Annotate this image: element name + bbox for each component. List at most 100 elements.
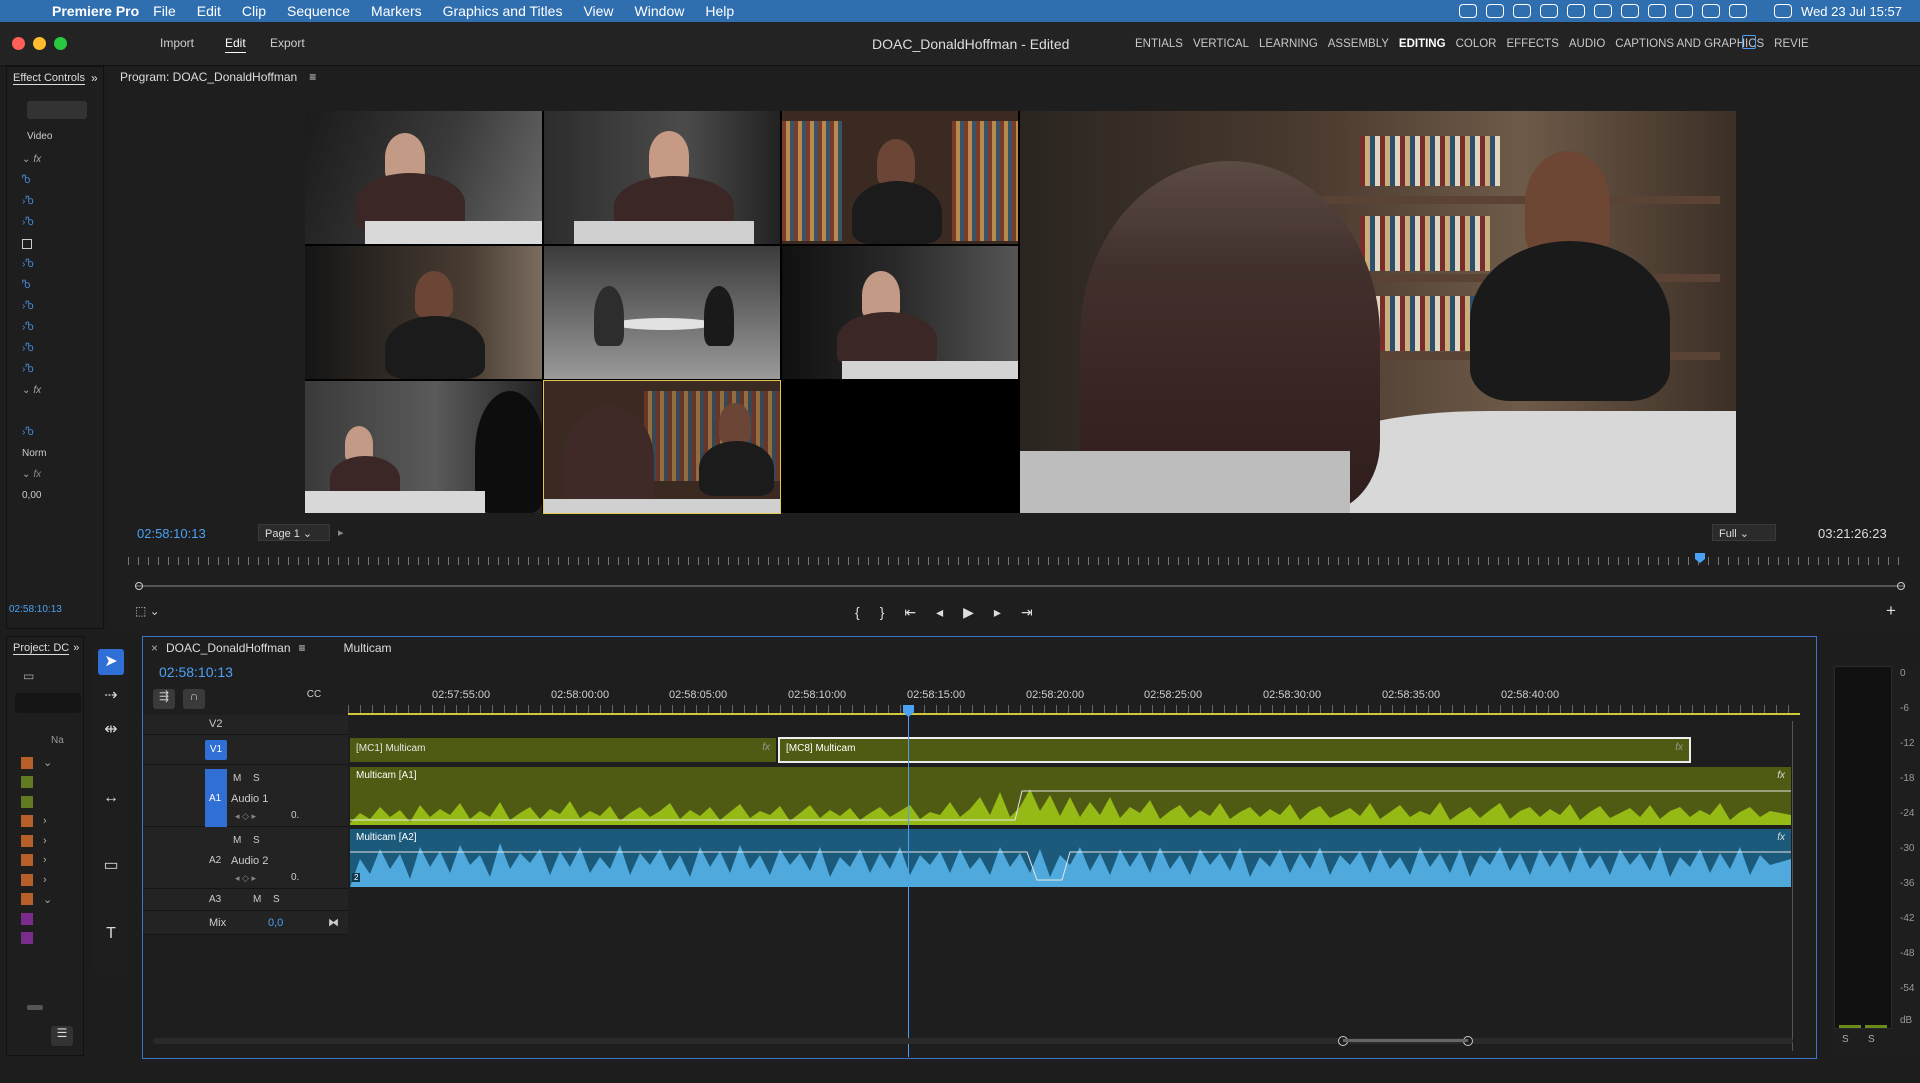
list-item[interactable]: ›Ⴊ xyxy=(22,254,82,275)
list-item[interactable] xyxy=(21,773,81,793)
list-item[interactable] xyxy=(21,909,81,929)
workspace-assembly[interactable]: ASSEMBLY xyxy=(1328,38,1389,50)
panel-menu-icon[interactable]: ≡ xyxy=(299,641,306,655)
menu-edit[interactable]: Edit xyxy=(197,3,221,19)
effect-value[interactable]: 0,00 xyxy=(22,485,82,506)
play-status-icon[interactable] xyxy=(1702,4,1721,18)
step-forward-icon[interactable]: ▸ xyxy=(994,604,1001,621)
menu-markers[interactable]: Markers xyxy=(371,3,422,19)
status-app-icon[interactable] xyxy=(1567,4,1586,18)
status-app-icon[interactable] xyxy=(1594,4,1613,18)
tab-edit[interactable]: Edit xyxy=(225,36,246,53)
solo-left-button[interactable]: S xyxy=(1842,1034,1849,1045)
dropbox-icon[interactable] xyxy=(1540,4,1559,18)
workspace-essentials[interactable]: ENTIALS xyxy=(1135,38,1183,50)
menu-sequence[interactable]: Sequence xyxy=(287,3,350,19)
list-item[interactable] xyxy=(21,929,81,949)
list-item[interactable]: ⌄ fx xyxy=(22,149,82,170)
camera-angle-6[interactable] xyxy=(782,246,1018,379)
pen-tool-icon[interactable] xyxy=(98,819,124,845)
workspace-menu-icon[interactable] xyxy=(1742,35,1756,49)
track-label-a3[interactable]: A3 xyxy=(209,894,221,905)
fx-icon[interactable]: fx xyxy=(1675,742,1683,753)
selection-tool-icon[interactable]: ➤ xyxy=(98,649,124,675)
camera-angle-4[interactable] xyxy=(305,246,542,379)
monitor-zoom-scrollbar[interactable] xyxy=(135,582,1905,590)
list-item[interactable]: Ⴊ xyxy=(22,170,82,191)
hand-tool-icon[interactable] xyxy=(98,887,124,913)
list-item[interactable]: ›Ⴊ xyxy=(22,212,82,233)
project-search-input[interactable] xyxy=(15,693,81,713)
mark-in-icon[interactable]: { xyxy=(855,604,860,620)
audio-clip-a2[interactable]: Multicam [A2] fx 2 xyxy=(350,829,1791,887)
list-item[interactable]: ⌄ xyxy=(21,890,81,910)
checkbox[interactable] xyxy=(22,233,82,254)
camera-angle-1[interactable] xyxy=(305,111,542,244)
menu-view[interactable]: View xyxy=(583,3,613,19)
panel-overflow-icon[interactable]: » xyxy=(91,71,98,85)
razor-tool-icon[interactable] xyxy=(98,751,124,777)
mix-value[interactable]: 0,0 xyxy=(268,917,283,929)
resolution-dropdown[interactable]: Full ⌄ xyxy=(1712,524,1776,541)
mix-end-icon[interactable]: ⧓ xyxy=(328,916,339,929)
vertical-scrollbar[interactable] xyxy=(1792,721,1793,1051)
fx-icon[interactable]: fx xyxy=(762,742,770,753)
menu-clip[interactable]: Clip xyxy=(242,3,266,19)
volume-knob-icon[interactable]: 0. xyxy=(291,810,299,821)
menubar-clock[interactable]: Wed 23 Jul 15:57 xyxy=(1801,4,1902,19)
list-view-icon[interactable]: ☰ xyxy=(51,1026,73,1046)
list-item[interactable]: › xyxy=(21,831,81,851)
status-app-icon[interactable] xyxy=(1648,4,1667,18)
multicam-tab[interactable]: Multicam xyxy=(344,641,392,655)
mute-button[interactable]: M xyxy=(233,835,241,846)
zoom-slider[interactable] xyxy=(27,1005,43,1010)
battery-icon[interactable] xyxy=(1729,4,1748,18)
program-preview[interactable] xyxy=(1020,111,1736,513)
list-item[interactable]: › xyxy=(21,812,81,832)
insert-nest-icon[interactable]: ⇶ xyxy=(153,689,175,709)
list-item[interactable]: ⌄ fx xyxy=(22,380,82,401)
timeline-timecode[interactable]: 02:58:10:13 xyxy=(159,664,233,680)
go-to-in-icon[interactable]: ⇤ xyxy=(904,604,916,621)
track-name-a1[interactable]: Audio 1 xyxy=(231,793,268,805)
upload-icon[interactable] xyxy=(1513,4,1532,18)
page-dropdown[interactable]: Page 1 ⌄ xyxy=(258,524,330,541)
workspace-vertical[interactable]: VERTICAL xyxy=(1193,38,1249,50)
menu-file[interactable]: File xyxy=(153,3,176,19)
menu-help[interactable]: Help xyxy=(705,3,734,19)
list-item[interactable]: ⌄ xyxy=(21,753,81,773)
track-label-a1[interactable]: A1 xyxy=(209,793,221,804)
camera-angle-9-empty[interactable] xyxy=(782,381,1018,513)
name-column-header[interactable]: Na xyxy=(51,735,64,746)
list-item[interactable]: ›Ⴊ xyxy=(22,359,82,380)
solo-button[interactable]: S xyxy=(273,894,280,905)
list-item[interactable]: ›Ⴊ xyxy=(22,191,82,212)
effect-controls-tab[interactable]: Effect Controls xyxy=(13,72,85,85)
sequence-tab[interactable]: DOAC_DonaldHoffman xyxy=(166,641,291,655)
track-name-a2[interactable]: Audio 2 xyxy=(231,855,268,867)
safe-margins-icon[interactable]: ⬚ ⌄ xyxy=(135,604,160,618)
horizontal-scrollbar[interactable] xyxy=(153,1036,1793,1046)
mark-out-icon[interactable]: } xyxy=(880,604,885,620)
monitor-time-ruler[interactable] xyxy=(128,549,1906,571)
app-name-menu[interactable]: Premiere Pro xyxy=(52,3,139,19)
list-item[interactable]: › xyxy=(21,851,81,871)
tab-import[interactable]: Import xyxy=(160,36,194,50)
playhead-timecode[interactable]: 02:58:10:13 xyxy=(137,526,206,541)
add-marker-icon[interactable] xyxy=(243,689,265,709)
workspace-review[interactable]: REVIE xyxy=(1774,38,1809,50)
next-page-icon[interactable]: ▸ xyxy=(338,526,344,539)
camera-angle-3[interactable] xyxy=(782,111,1018,244)
timeline-ruler[interactable]: 02:57:55:00 02:58:00:00 02:58:05:00 02:5… xyxy=(348,689,1800,715)
list-item[interactable]: Ⴊ xyxy=(22,275,82,296)
track-select-tool-icon[interactable]: ⇢ xyxy=(98,683,124,709)
workspace-editing[interactable]: EDITING xyxy=(1399,38,1446,50)
project-tab[interactable]: Project: DC xyxy=(13,642,70,655)
panel-menu-icon[interactable]: ≡ xyxy=(309,70,316,84)
new-bin-icon[interactable]: ▭ xyxy=(23,669,34,683)
keyframe-nav-icon[interactable]: ◂ ◇ ▸ xyxy=(235,811,256,822)
camera-angle-2[interactable] xyxy=(544,111,780,244)
mute-button[interactable]: M xyxy=(253,894,261,905)
rectangle-tool-icon[interactable]: ▭ xyxy=(98,853,124,879)
play-icon[interactable]: ▶ xyxy=(963,604,974,621)
